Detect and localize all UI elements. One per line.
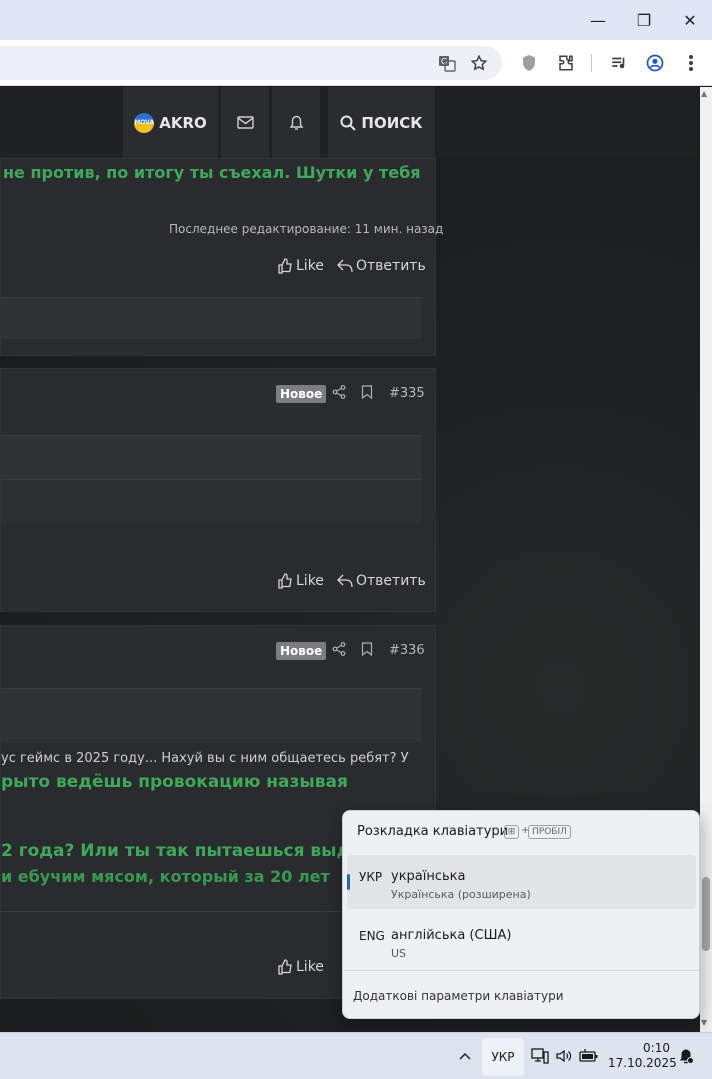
language-name: українська bbox=[391, 869, 466, 884]
inbox-button[interactable] bbox=[221, 87, 269, 158]
browser-toolbar: G bbox=[0, 40, 712, 86]
thumbs-up-icon bbox=[278, 959, 292, 975]
reply-icon bbox=[337, 259, 353, 273]
green-text-line: и ебучим мясом, который за 20 лет bbox=[1, 867, 330, 886]
language-option-ukr[interactable]: УКР українська Українська (розширена) bbox=[347, 855, 696, 909]
extensions-puzzle-icon[interactable] bbox=[551, 48, 581, 78]
minimize-button[interactable]: — bbox=[575, 0, 621, 40]
browser-titlebar: — ❐ ✕ bbox=[0, 0, 712, 40]
battery-icon[interactable] bbox=[578, 1046, 600, 1066]
like-button[interactable]: Like bbox=[277, 959, 324, 975]
clock-date: 17.10.2025 bbox=[608, 1056, 677, 1070]
clock-time: 0:10 bbox=[643, 1041, 670, 1055]
post-footer-bar bbox=[1, 297, 421, 339]
user-menu[interactable]: MOVA AKRO bbox=[123, 87, 218, 158]
site-navbar: MOVA AKRO ПОИСК bbox=[0, 87, 697, 158]
media-control-icon[interactable] bbox=[604, 48, 634, 78]
user-name: AKRO bbox=[159, 113, 207, 132]
scroll-down-icon[interactable]: ▼ bbox=[701, 1018, 707, 1027]
flyout-divider bbox=[343, 970, 699, 971]
alerts-button[interactable] bbox=[272, 87, 320, 158]
network-icon[interactable] bbox=[530, 1046, 550, 1066]
bell-icon bbox=[289, 115, 303, 130]
profile-icon[interactable] bbox=[640, 48, 670, 78]
envelope-icon bbox=[236, 116, 254, 129]
notification-bell-icon[interactable] bbox=[676, 1046, 696, 1066]
bookmark-star-icon[interactable] bbox=[464, 48, 494, 78]
post-body-bar bbox=[1, 435, 421, 479]
language-option-eng[interactable]: ENG англійська (США) US bbox=[347, 914, 696, 968]
volume-icon[interactable] bbox=[554, 1046, 574, 1066]
bookmark-icon[interactable] bbox=[361, 642, 373, 660]
reply-icon bbox=[337, 574, 353, 588]
translate-icon[interactable]: G bbox=[432, 48, 462, 78]
scroll-up-icon[interactable]: ▲ bbox=[701, 89, 707, 98]
shield-extension-icon[interactable] bbox=[514, 48, 544, 78]
close-button[interactable]: ✕ bbox=[667, 0, 712, 40]
share-icon[interactable] bbox=[332, 385, 346, 403]
language-code: УКР bbox=[359, 870, 383, 884]
post-body-bar bbox=[1, 479, 421, 523]
post-335: Новое #335 Like Ответить bbox=[0, 368, 436, 612]
taskbar: УКР 0:10 17.10.2025 bbox=[0, 1032, 712, 1079]
system-clock[interactable]: 0:10 17.10.2025 bbox=[608, 1041, 677, 1071]
layout-name: US bbox=[391, 947, 407, 960]
toolbar-separator bbox=[591, 54, 592, 72]
browser-menu-icon[interactable] bbox=[676, 48, 706, 78]
avatar: MOVA bbox=[134, 112, 155, 133]
language-code: ENG bbox=[359, 929, 385, 943]
post-number[interactable]: #336 bbox=[389, 643, 425, 658]
quoted-text: ус геймс в 2025 году... Нахуй вы с ним о… bbox=[1, 751, 409, 766]
layout-name: Українська (розширена) bbox=[391, 888, 531, 901]
windows-key-icon: ⊞ bbox=[504, 825, 519, 839]
edit-note: Последнее редактирование: 11 мин. назад bbox=[169, 222, 444, 236]
search-label: ПОИСК bbox=[361, 113, 423, 132]
reply-button[interactable]: Ответить bbox=[337, 258, 426, 274]
bookmark-icon[interactable] bbox=[361, 385, 373, 403]
quote-text: не против, по итогу ты съехал. Шутки у т… bbox=[3, 163, 421, 182]
search-icon bbox=[340, 115, 357, 131]
address-bar[interactable] bbox=[0, 46, 502, 80]
quote-header-bar bbox=[1, 688, 421, 742]
more-keyboard-settings-link[interactable]: Додаткові параметри клавіатури bbox=[353, 989, 564, 1003]
language-name: англійська (США) bbox=[391, 928, 512, 943]
green-text-line: 2 года? Или ты так пытаешься выделит bbox=[1, 841, 397, 861]
new-badge: Новое bbox=[276, 642, 327, 660]
input-language-indicator[interactable]: УКР bbox=[482, 1038, 524, 1076]
scrollbar-thumb[interactable] bbox=[702, 877, 710, 951]
space-key: ПРОБІЛ bbox=[528, 825, 571, 839]
share-icon[interactable] bbox=[332, 642, 346, 660]
thumbs-up-icon bbox=[278, 258, 292, 274]
green-text-line: рыто ведёшь провокацию называя bbox=[1, 772, 348, 792]
restore-button[interactable]: ❐ bbox=[621, 0, 667, 40]
like-button[interactable]: Like bbox=[277, 573, 324, 589]
like-button[interactable]: Like bbox=[277, 258, 324, 274]
reply-button[interactable]: Ответить bbox=[337, 573, 426, 589]
thumbs-up-icon bbox=[278, 573, 292, 589]
search-button[interactable]: ПОИСК bbox=[328, 87, 435, 158]
selected-indicator bbox=[347, 874, 350, 890]
post-number[interactable]: #335 bbox=[389, 386, 425, 401]
post-top: не против, по итогу ты съехал. Шутки у т… bbox=[0, 158, 443, 356]
keyboard-layout-flyout: Розкладка клавіатури ⊞ + ПРОБІЛ УКР укра… bbox=[342, 810, 700, 1019]
show-hidden-icons-chevron-icon[interactable] bbox=[455, 1045, 475, 1067]
new-badge: Новое bbox=[276, 385, 327, 403]
flyout-title: Розкладка клавіатури bbox=[357, 824, 509, 839]
